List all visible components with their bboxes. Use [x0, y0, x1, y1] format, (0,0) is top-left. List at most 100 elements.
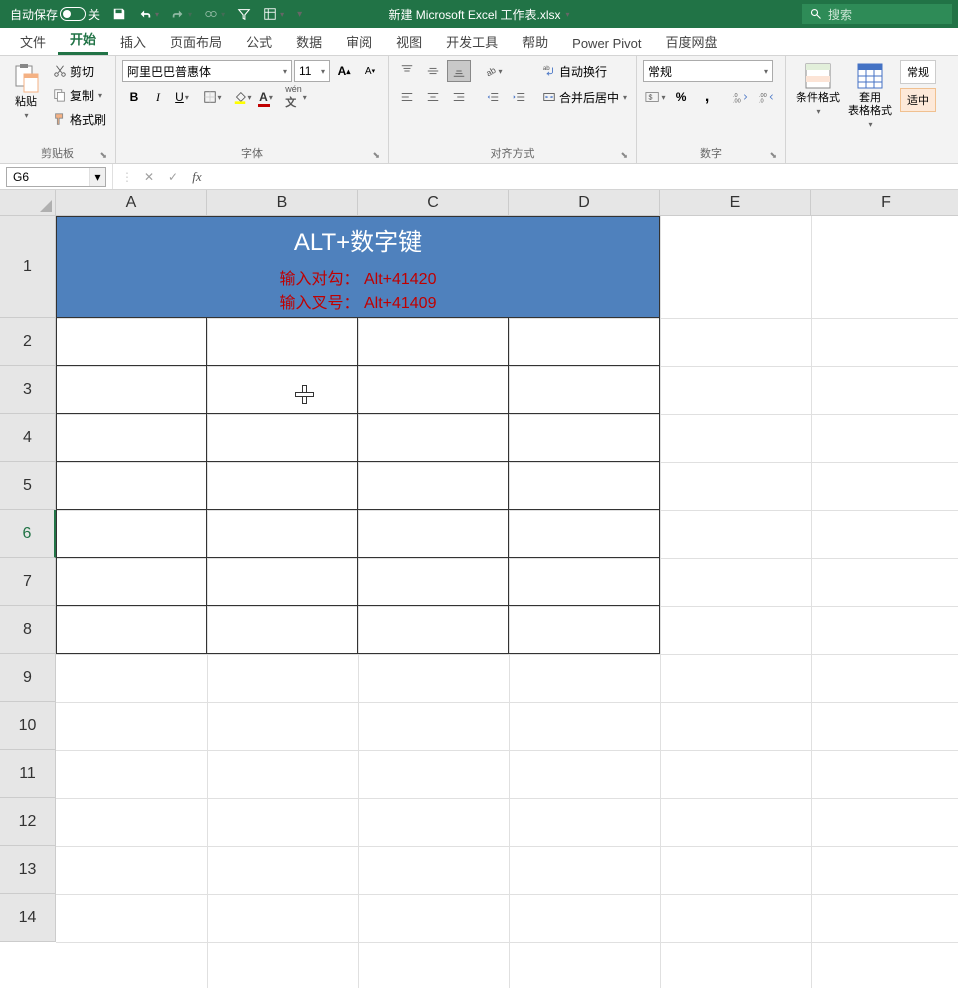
row-header-7[interactable]: 7 — [0, 558, 56, 606]
insert-function-button[interactable]: fx — [185, 164, 209, 189]
row-header-12[interactable]: 12 — [0, 798, 56, 846]
decrease-font-button[interactable]: A▾ — [358, 60, 382, 82]
cell-A2[interactable] — [56, 318, 207, 366]
format-as-table-button[interactable]: 套用 表格格式▾ — [844, 60, 896, 131]
cell-C8[interactable] — [358, 606, 509, 654]
bold-button[interactable]: B — [122, 86, 146, 108]
italic-button[interactable]: I — [146, 86, 170, 108]
tab-数据[interactable]: 数据 — [284, 28, 334, 55]
cancel-formula-button[interactable]: ✕ — [137, 164, 161, 189]
cell-B2[interactable] — [207, 318, 358, 366]
cell-C2[interactable] — [358, 318, 509, 366]
increase-indent-button[interactable] — [507, 86, 531, 108]
tab-开始[interactable]: 开始 — [58, 25, 108, 55]
border-button[interactable]: ▾ — [200, 86, 224, 108]
font-launcher[interactable]: ⬊ — [372, 150, 380, 161]
comma-button[interactable]: , — [695, 86, 719, 108]
clipboard-launcher[interactable]: ⬊ — [99, 150, 107, 161]
font-color-button[interactable]: A▾ — [254, 86, 278, 108]
undo-button[interactable]: ▾ — [134, 5, 163, 23]
cell-style-normal[interactable]: 常规 — [900, 60, 936, 84]
cell-B3[interactable] — [207, 366, 358, 414]
orientation-button[interactable]: ab▾ — [481, 60, 505, 82]
percent-button[interactable]: % — [669, 86, 693, 108]
row-header-2[interactable]: 2 — [0, 318, 56, 366]
tab-Power Pivot[interactable]: Power Pivot — [560, 32, 653, 55]
touch-mode-button[interactable]: ▾ — [200, 5, 229, 23]
merge-center-button[interactable]: 合并后居中▾ — [539, 86, 630, 108]
filter-button[interactable] — [233, 5, 255, 23]
alignment-launcher[interactable]: ⬊ — [621, 150, 629, 161]
row-header-3[interactable]: 3 — [0, 366, 56, 414]
tab-审阅[interactable]: 审阅 — [334, 28, 384, 55]
align-left-button[interactable] — [395, 86, 419, 108]
document-title[interactable]: 新建 Microsoft Excel 工作表.xlsx ▾ — [388, 6, 569, 23]
paste-button[interactable]: 粘贴▾ — [6, 60, 46, 124]
row-header-5[interactable]: 5 — [0, 462, 56, 510]
redo-button[interactable]: ▾ — [167, 5, 196, 23]
conditional-format-button[interactable]: 条件格式▾ — [792, 60, 844, 120]
cell-style-neutral[interactable]: 适中 — [900, 88, 936, 112]
wrap-text-button[interactable]: ab 自动换行 — [539, 60, 630, 82]
cell-D2[interactable] — [509, 318, 660, 366]
align-top-button[interactable] — [395, 60, 419, 82]
cell-C4[interactable] — [358, 414, 509, 462]
formula-input[interactable] — [213, 164, 958, 189]
row-header-4[interactable]: 4 — [0, 414, 56, 462]
tab-视图[interactable]: 视图 — [384, 28, 434, 55]
tab-帮助[interactable]: 帮助 — [510, 28, 560, 55]
cell-A6[interactable] — [56, 510, 207, 558]
align-right-button[interactable] — [447, 86, 471, 108]
row-header-9[interactable]: 9 — [0, 654, 56, 702]
tab-页面布局[interactable]: 页面布局 — [158, 28, 234, 55]
name-box[interactable]: G6 ▾ — [6, 167, 106, 187]
decrease-indent-button[interactable] — [481, 86, 505, 108]
tab-插入[interactable]: 插入 — [108, 28, 158, 55]
cell-D5[interactable] — [509, 462, 660, 510]
decrease-decimal-button[interactable]: .00.0 — [755, 86, 779, 108]
tab-开发工具[interactable]: 开发工具 — [434, 28, 510, 55]
cell-D3[interactable] — [509, 366, 660, 414]
save-button[interactable] — [108, 5, 130, 23]
cell-B8[interactable] — [207, 606, 358, 654]
tab-公式[interactable]: 公式 — [234, 28, 284, 55]
cell-C7[interactable] — [358, 558, 509, 606]
column-header-E[interactable]: E — [660, 190, 811, 216]
cell-D6[interactable] — [509, 510, 660, 558]
format-painter-button[interactable]: 格式刷 — [50, 108, 109, 130]
column-header-A[interactable]: A — [56, 190, 207, 216]
row-header-6[interactable]: 6 — [0, 510, 56, 558]
select-all-corner[interactable] — [0, 190, 56, 216]
row-header-14[interactable]: 14 — [0, 894, 56, 942]
qat-customize[interactable]: ▾ — [292, 7, 306, 22]
spreadsheet-grid[interactable]: ABCDEF 1234567891011121314 ALT+数字键 输入对勾：… — [0, 190, 958, 988]
cell-B7[interactable] — [207, 558, 358, 606]
column-header-D[interactable]: D — [509, 190, 660, 216]
cell-A7[interactable] — [56, 558, 207, 606]
cell-A8[interactable] — [56, 606, 207, 654]
tab-百度网盘[interactable]: 百度网盘 — [654, 28, 730, 55]
cell-A4[interactable] — [56, 414, 207, 462]
phonetic-button[interactable]: wén文▾ — [284, 86, 308, 108]
cell-C5[interactable] — [358, 462, 509, 510]
align-middle-button[interactable] — [421, 60, 445, 82]
form-button[interactable]: ▾ — [259, 5, 288, 23]
column-header-F[interactable]: F — [811, 190, 958, 216]
row-header-1[interactable]: 1 — [0, 216, 56, 318]
cell-A3[interactable] — [56, 366, 207, 414]
cut-button[interactable]: 剪切 — [50, 60, 109, 82]
row-header-11[interactable]: 11 — [0, 750, 56, 798]
column-header-B[interactable]: B — [207, 190, 358, 216]
cell-B6[interactable] — [207, 510, 358, 558]
cell-B4[interactable] — [207, 414, 358, 462]
cell-C6[interactable] — [358, 510, 509, 558]
accounting-format-button[interactable]: $▾ — [643, 86, 667, 108]
row-header-10[interactable]: 10 — [0, 702, 56, 750]
cell-D8[interactable] — [509, 606, 660, 654]
cell-D4[interactable] — [509, 414, 660, 462]
copy-button[interactable]: 复制▾ — [50, 84, 109, 106]
font-size-select[interactable]: 11▾ — [294, 60, 330, 82]
cell-A5[interactable] — [56, 462, 207, 510]
row-header-13[interactable]: 13 — [0, 846, 56, 894]
number-launcher[interactable]: ⬊ — [770, 150, 778, 161]
